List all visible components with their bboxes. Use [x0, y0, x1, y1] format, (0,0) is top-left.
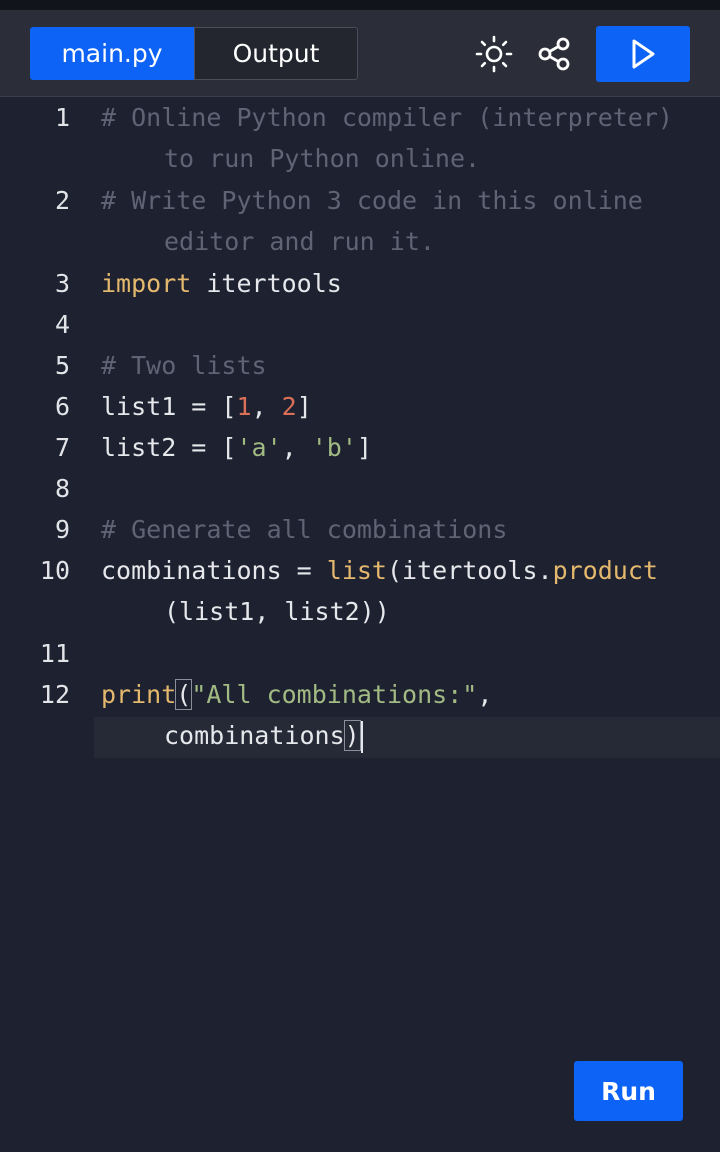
code-text: # Online Python compiler (interpreter): [101, 97, 673, 138]
code-token: 'a': [236, 433, 282, 462]
code-token: print: [101, 680, 177, 709]
code-text: list2 = ['a', 'b']: [101, 427, 372, 468]
line-number: 10: [39, 556, 70, 585]
line-number: 11: [39, 639, 70, 668]
code-token: combinations =: [101, 556, 327, 585]
line-number: 2: [54, 186, 70, 215]
code-token: editor and run it.: [164, 227, 435, 256]
line-number: 5: [54, 351, 70, 380]
code-token: ,: [281, 433, 312, 462]
line-number: 7: [54, 433, 70, 462]
code-text: # Write Python 3 code in this online: [101, 180, 643, 221]
code-text: combinations = list(itertools.product: [101, 550, 658, 591]
code-token: # Two lists: [101, 351, 267, 380]
code-text: # Two lists: [101, 345, 267, 386]
code-token: import: [101, 269, 192, 298]
code-token: "All combinations:": [191, 680, 478, 709]
code-token: (: [175, 679, 193, 710]
code-wrap-continuation: (list1, list2)): [164, 591, 390, 632]
code-token: product: [552, 556, 658, 585]
code-token: # Online Python compiler (interpreter): [101, 103, 673, 132]
code-wrap-continuation: editor and run it.: [164, 221, 435, 262]
code-token: (itertools.: [387, 556, 553, 585]
code-token: ]: [356, 433, 372, 462]
code-editor[interactable]: 1 # Online Python compiler (interpreter) t…: [0, 97, 720, 1152]
code-text: print("All combinations:",: [101, 674, 492, 715]
code-token: 1: [236, 392, 252, 421]
code-wrap-continuation: to run Python online.: [164, 138, 480, 179]
code-token: # Write Python 3 code in this online: [101, 186, 643, 215]
code-token: ,: [251, 392, 282, 421]
code-token: ): [343, 720, 361, 751]
play-icon: [632, 39, 655, 69]
code-token: 2: [281, 392, 297, 421]
line-number: 8: [54, 474, 70, 503]
code-token: 'b': [311, 433, 357, 462]
status-strip: [0, 0, 720, 10]
line-number: 9: [54, 515, 70, 544]
code-text: # Generate all combinations: [101, 509, 507, 550]
code-text: list1 = [1, 2]: [101, 386, 312, 427]
code-token: to run Python online.: [164, 144, 481, 173]
run-button[interactable]: Run: [574, 1061, 683, 1121]
code-token: ,: [477, 680, 493, 709]
text-cursor: [360, 721, 363, 753]
code-wrap-continuation: combinations): [164, 715, 363, 756]
code-text: import itertools: [101, 263, 342, 304]
share-icon[interactable]: [535, 34, 575, 74]
line-number: 3: [54, 269, 70, 298]
code-token: itertools: [191, 269, 342, 298]
run-top-button[interactable]: [596, 26, 690, 82]
code-token: list: [326, 556, 387, 585]
tab-main-py[interactable]: main.py: [30, 27, 194, 80]
code-token: list1 = [: [101, 392, 237, 421]
theme-toggle-icon[interactable]: [474, 34, 514, 74]
line-number: 12: [39, 680, 70, 709]
tab-output[interactable]: Output: [194, 27, 358, 80]
line-number: 4: [54, 310, 70, 339]
code-token: combinations: [164, 721, 345, 750]
line-number: 6: [54, 392, 70, 421]
code-token: # Generate all combinations: [101, 515, 508, 544]
code-token: (list1, list2)): [164, 597, 390, 626]
code-token: list2 = [: [101, 433, 237, 462]
toolbar: main.py Output: [0, 10, 720, 97]
line-number: 1: [54, 103, 70, 132]
code-token: ]: [296, 392, 312, 421]
